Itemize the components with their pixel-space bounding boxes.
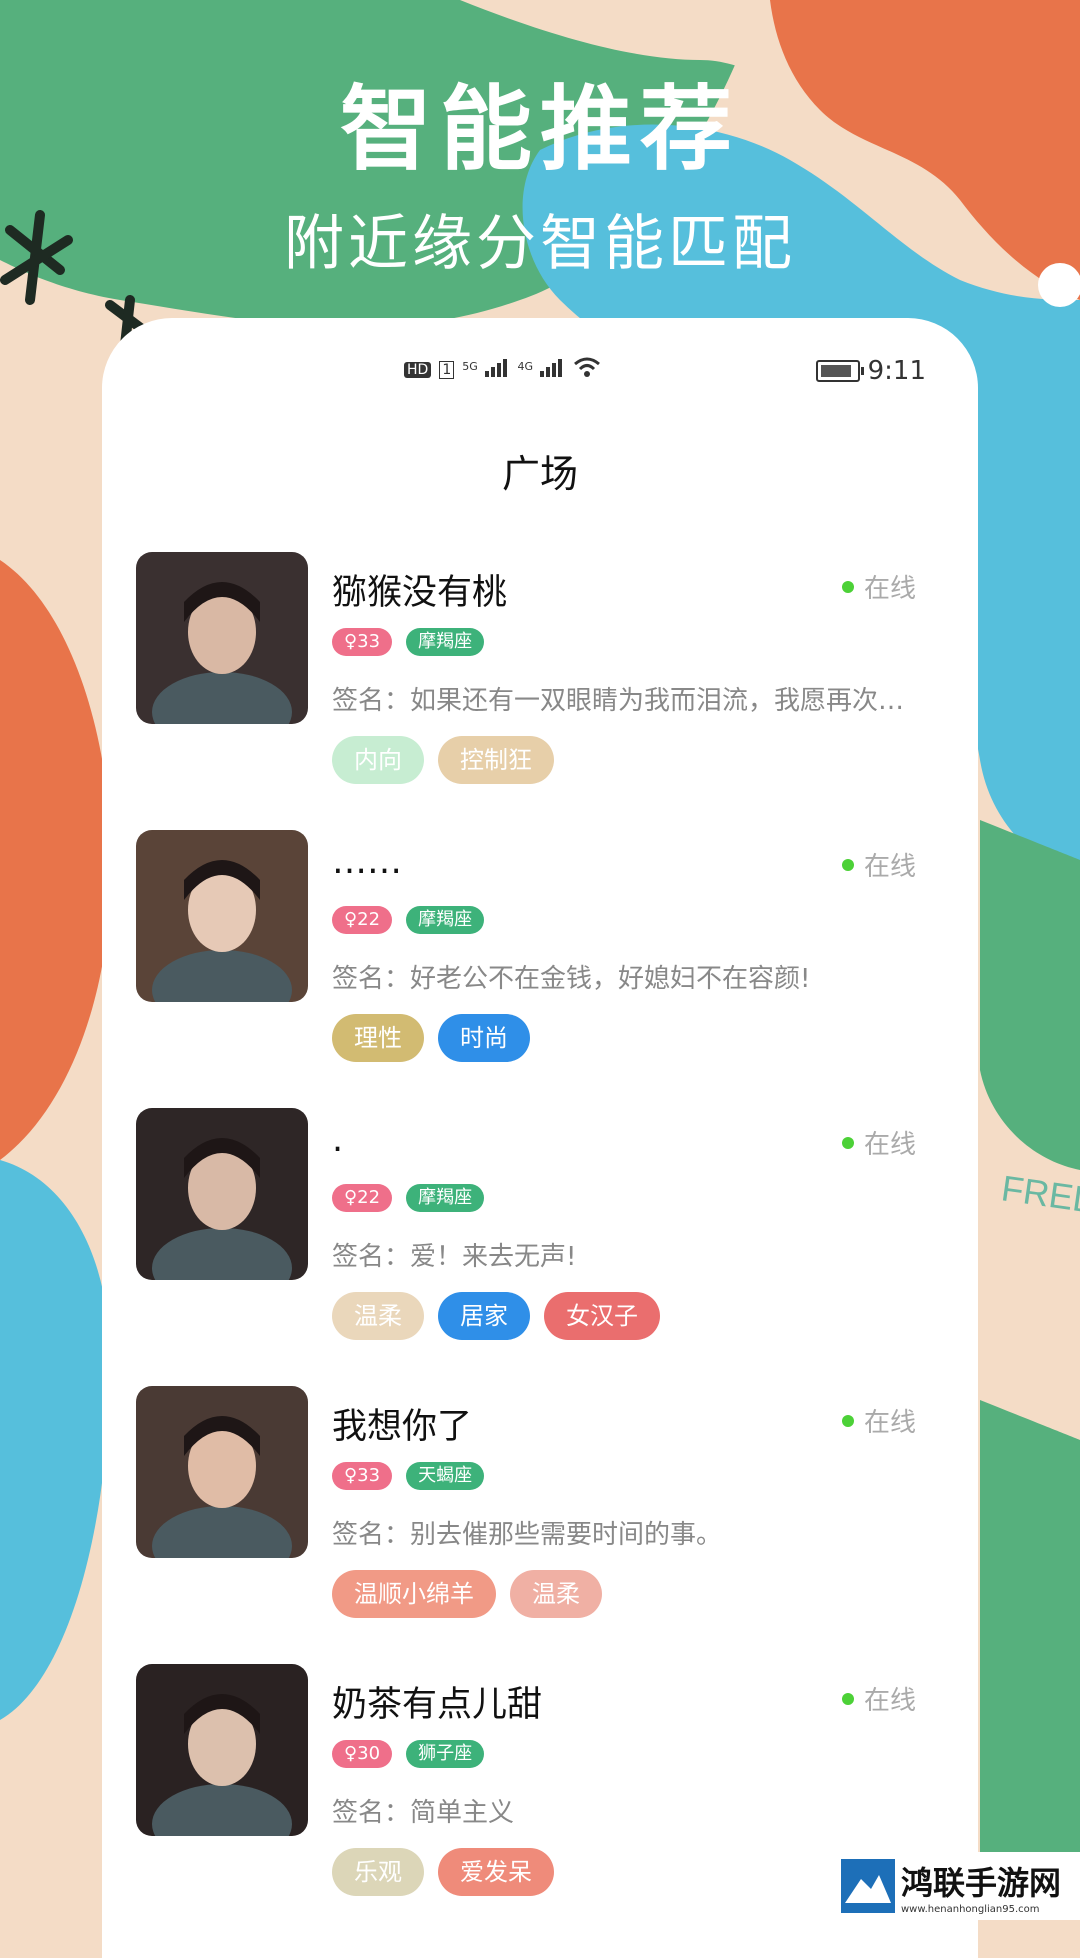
avatar[interactable] xyxy=(136,552,308,724)
online-label: 在线 xyxy=(863,1130,916,1160)
status-left-icons: HD 1 5G 4G xyxy=(404,356,601,383)
side-text: FRED xyxy=(999,1167,1080,1221)
hero-subtitle: 附近缘分智能匹配 xyxy=(284,209,796,279)
user-signature: 签名：简单主义 xyxy=(332,1798,515,1828)
online-status: 在线 xyxy=(841,1124,916,1161)
constellation-badge: 天蝎座 xyxy=(406,1462,485,1490)
user-tags: 温顺小绵羊 温柔 xyxy=(332,1570,602,1618)
online-status: 在线 xyxy=(841,1402,916,1439)
user-name: …… xyxy=(332,842,402,882)
personality-tag[interactable]: 温顺小绵羊 xyxy=(332,1570,496,1618)
user-tags: 温柔 居家 女汉子 xyxy=(332,1292,660,1340)
user-badges: ♀30 狮子座 xyxy=(332,1740,485,1768)
user-card[interactable]: . 在线 ♀22 摩羯座 签名：爱！来去无声! 温柔 居家 女汉子 xyxy=(136,1108,946,1358)
avatar[interactable] xyxy=(136,1108,308,1280)
online-dot-icon xyxy=(841,1136,854,1149)
personality-tag[interactable]: 时尚 xyxy=(438,1014,530,1062)
watermark-title: 鸿联手游网 xyxy=(901,1863,1062,1902)
user-signature: 签名：爱！来去无声! xyxy=(332,1242,577,1272)
user-badges: ♀33 天蝎座 xyxy=(332,1462,485,1490)
personality-tag[interactable]: 爱发呆 xyxy=(438,1848,554,1896)
personality-tag[interactable]: 控制狂 xyxy=(438,736,554,784)
user-card[interactable]: 猕猴没有桃 在线 ♀33 摩羯座 签名：如果还有一双眼睛为我而泪流，我愿再次… … xyxy=(136,552,946,802)
age-badge: ♀33 xyxy=(332,1462,393,1490)
avatar[interactable] xyxy=(136,830,308,1002)
user-tags: 乐观 爱发呆 xyxy=(332,1848,554,1896)
online-label: 在线 xyxy=(863,1686,916,1716)
personality-tag[interactable]: 乐观 xyxy=(332,1848,424,1896)
personality-tag[interactable]: 温柔 xyxy=(510,1570,602,1618)
user-card[interactable]: …… 在线 ♀22 摩羯座 签名：好老公不在金钱，好媳妇不在容颜! 理性 时尚 xyxy=(136,830,946,1080)
online-dot-icon xyxy=(841,1692,854,1705)
online-status: 在线 xyxy=(841,568,916,605)
status-right: 9:11 xyxy=(815,356,926,386)
user-badges: ♀22 摩羯座 xyxy=(332,906,485,934)
personality-tag[interactable]: 内向 xyxy=(332,736,424,784)
user-card[interactable]: 奶茶有点儿甜 在线 ♀30 狮子座 签名：简单主义 乐观 爱发呆 xyxy=(136,1664,946,1914)
user-tags: 内向 控制狂 xyxy=(332,736,554,784)
sim-icon: 1 xyxy=(439,360,455,379)
constellation-badge: 摩羯座 xyxy=(406,628,485,656)
hd-icon: HD xyxy=(404,361,432,378)
user-signature: 签名：别去催那些需要时间的事。 xyxy=(332,1520,723,1550)
user-name: 猕猴没有桃 xyxy=(332,573,508,613)
status-bar: HD 1 5G 4G 9:11 xyxy=(102,356,978,396)
user-card[interactable]: 我想你了 在线 ♀33 天蝎座 签名：别去催那些需要时间的事。 温顺小绵羊 温柔 xyxy=(136,1386,946,1636)
hero-title: 智能推荐 xyxy=(339,76,740,183)
user-name: 奶茶有点儿甜 xyxy=(332,1685,543,1725)
signal-5g-icon: 5G xyxy=(462,357,509,382)
online-dot-icon xyxy=(841,1414,854,1427)
status-time: 9:11 xyxy=(867,356,926,386)
page-title: 广场 xyxy=(501,452,578,496)
site-watermark: 鸿联手游网 www.henanhonglian95.com xyxy=(835,1852,1080,1920)
personality-tag[interactable]: 理性 xyxy=(332,1014,424,1062)
user-name: 我想你了 xyxy=(332,1407,473,1447)
personality-tag[interactable]: 女汉子 xyxy=(544,1292,660,1340)
user-badges: ♀33 摩羯座 xyxy=(332,628,485,656)
online-label: 在线 xyxy=(863,1408,916,1438)
constellation-badge: 摩羯座 xyxy=(406,1184,485,1212)
personality-tag[interactable]: 温柔 xyxy=(332,1292,424,1340)
watermark-url: www.henanhonglian95.com xyxy=(901,1903,1040,1915)
user-badges: ♀22 摩羯座 xyxy=(332,1184,485,1212)
age-badge: ♀22 xyxy=(332,1184,393,1212)
user-name: . xyxy=(332,1120,344,1160)
avatar[interactable] xyxy=(136,1664,308,1836)
phone-screen: HD 1 5G 4G 9:11 广场 猕猴没有桃 在线 ♀33 摩羯座 签名：如… xyxy=(102,318,978,1958)
signal-4g-icon: 4G xyxy=(518,357,565,382)
user-signature: 签名：好老公不在金钱，好媳妇不在容颜! xyxy=(332,964,811,994)
constellation-badge: 狮子座 xyxy=(406,1740,485,1768)
age-badge: ♀33 xyxy=(332,628,393,656)
battery-icon xyxy=(815,360,864,382)
user-tags: 理性 时尚 xyxy=(332,1014,530,1062)
watermark-logo-icon xyxy=(841,1859,895,1913)
online-dot-icon xyxy=(841,580,854,593)
wifi-icon xyxy=(573,356,601,383)
user-signature: 签名：如果还有一双眼睛为我而泪流，我愿再次… xyxy=(332,686,905,716)
online-status: 在线 xyxy=(841,846,916,883)
online-label: 在线 xyxy=(863,852,916,882)
personality-tag[interactable]: 居家 xyxy=(438,1292,530,1340)
online-label: 在线 xyxy=(863,574,916,604)
constellation-badge: 摩羯座 xyxy=(406,906,485,934)
online-dot-icon xyxy=(841,858,854,871)
age-badge: ♀22 xyxy=(332,906,393,934)
age-badge: ♀30 xyxy=(332,1740,393,1768)
avatar[interactable] xyxy=(136,1386,308,1558)
online-status: 在线 xyxy=(841,1680,916,1717)
